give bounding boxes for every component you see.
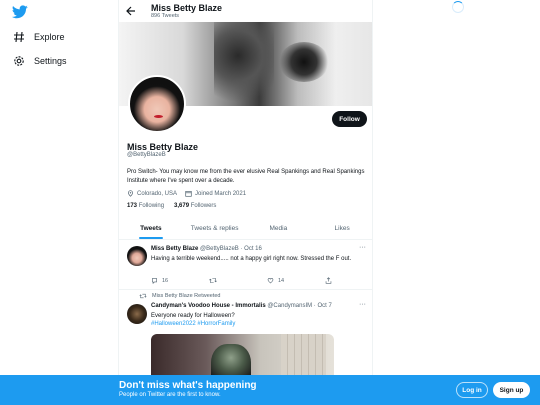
profile-meta: Colorado, USA Joined March 2021 [127, 190, 254, 197]
header-tweet-count: 896 Tweets [151, 13, 180, 19]
profile-location-text: Colorado, USA [137, 190, 178, 197]
tweet-avatar[interactable] [127, 304, 147, 324]
profile-joined: Joined March 2021 [185, 190, 246, 197]
heart-icon [267, 278, 274, 284]
location-pin-icon [128, 190, 133, 197]
nav-explore[interactable]: Explore [12, 30, 65, 44]
signup-prompt-subtitle: People on Twitter are the first to know. [119, 392, 221, 398]
tweet-author-name[interactable]: Candyman's Voodoo House - Immortalis [151, 303, 266, 309]
signup-button[interactable]: Sign up [493, 382, 530, 398]
following-link[interactable]: 173 Following [127, 203, 164, 209]
retweet-icon [139, 293, 147, 299]
profile-name: Miss Betty Blaze [127, 142, 199, 152]
followers-link[interactable]: 3,679 Followers [174, 203, 216, 209]
header-name: Miss Betty Blaze [151, 3, 223, 13]
retweet-context: Miss Betty Blaze Retweeted [139, 293, 220, 299]
tweet-date[interactable]: Oct 16 [244, 246, 262, 252]
left-nav: Explore Settings [0, 0, 118, 405]
back-arrow-icon[interactable] [125, 5, 137, 17]
profile-stats: 173 Following 3,679 Followers [127, 203, 226, 209]
gear-icon [12, 54, 26, 68]
profile-bio: Pro Switch- You may know me from the eve… [127, 169, 365, 184]
tweet-date[interactable]: Oct 7 [317, 303, 331, 309]
retweet-icon [209, 278, 217, 283]
tweet-header: Candyman's Voodoo House - Immortalis @Ca… [151, 303, 332, 309]
tweet[interactable]: Miss Betty Blaze @BettyBlazeB · Oct 16 ·… [119, 240, 372, 290]
like-count: 14 [278, 277, 285, 284]
retweet-button[interactable] [209, 277, 267, 284]
tab-likes[interactable]: Likes [310, 218, 372, 239]
share-icon [325, 277, 332, 284]
signup-prompt-title: Don't miss what's happening [119, 380, 257, 391]
tweet-header: Miss Betty Blaze @BettyBlazeB · Oct 16 [151, 246, 262, 252]
profile-location: Colorado, USA [127, 190, 177, 197]
reply-count: 16 [162, 277, 169, 284]
more-options-icon[interactable]: ··· [359, 244, 366, 251]
login-button[interactable]: Log in [456, 382, 488, 398]
tweet-author-name[interactable]: Miss Betty Blaze [151, 246, 198, 252]
retweeted-by-text[interactable]: Miss Betty Blaze Retweeted [152, 293, 220, 299]
calendar-icon [185, 191, 192, 197]
nav-explore-label: Explore [34, 32, 65, 42]
share-button[interactable] [325, 277, 372, 284]
tweet-author-handle: @CandymansIM [267, 303, 313, 309]
tweet-text: Having a terrible weekend..... not a hap… [151, 256, 352, 262]
tweet-author-handle: @BettyBlazeB [200, 246, 239, 252]
followers-count: 3,679 [174, 203, 190, 209]
more-options-icon[interactable]: ··· [359, 301, 366, 308]
tab-tweets[interactable]: Tweets [119, 218, 183, 239]
profile-tabs: Tweets Tweets & replies Media Likes [119, 218, 372, 240]
following-count: 173 [127, 203, 138, 209]
profile-column: Miss Betty Blaze 896 Tweets Follow Miss … [118, 0, 373, 405]
follow-button[interactable]: Follow [332, 111, 367, 127]
signup-prompt-bar: Don't miss what's happening People on Tw… [0, 375, 540, 405]
profile-handle: @BettyBlazeB [127, 152, 166, 158]
twitter-bird-icon[interactable] [12, 5, 28, 19]
profile-joined-text: Joined March 2021 [195, 190, 247, 197]
hashtag-icon [12, 30, 26, 44]
profile-header-bar: Miss Betty Blaze 896 Tweets [119, 0, 372, 22]
like-button[interactable]: 14 [267, 277, 325, 284]
nav-settings-label: Settings [34, 56, 67, 66]
tab-tweets-replies[interactable]: Tweets & replies [183, 218, 247, 239]
tab-media[interactable]: Media [247, 218, 311, 239]
reply-icon [152, 278, 157, 284]
following-label: Following [138, 203, 165, 209]
nav-settings[interactable]: Settings [12, 54, 67, 68]
tweet-text: Everyone ready for Halloween? #Halloween… [151, 312, 366, 328]
loading-spinner-icon [452, 1, 464, 13]
profile-avatar[interactable] [128, 75, 186, 133]
tweet-avatar[interactable] [127, 246, 147, 266]
followers-label: Followers [190, 203, 217, 209]
reply-button[interactable]: 16 [151, 277, 209, 284]
tweet-hashtags[interactable]: #Halloween2022 #HorrorFamily [151, 320, 366, 328]
tweet-actions: 16 14 [151, 277, 372, 284]
tweet-text-body: Everyone ready for Halloween? [151, 313, 235, 319]
